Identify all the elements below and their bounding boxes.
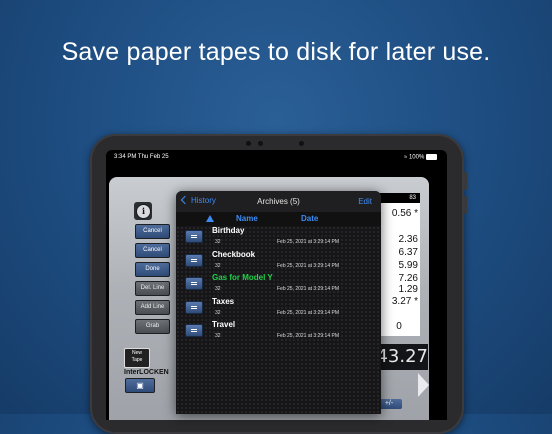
sort-ascending-icon[interactable] xyxy=(206,215,214,222)
popover-nav-bar: History Archives (5) Edit xyxy=(176,191,381,213)
archive-row[interactable]: Travel 32 Feb 25, 2021 at 3:29:14 PM xyxy=(176,320,381,343)
tape-line: 0 xyxy=(396,321,402,332)
archive-date: Feb 25, 2021 at 3:29:14 PM xyxy=(277,310,339,316)
archive-count: 32 xyxy=(215,239,221,245)
archives-popover: History Archives (5) Edit Name Date Birt… xyxy=(176,191,381,414)
archive-name: Birthday xyxy=(212,226,245,235)
tape-line: 2.36 xyxy=(398,234,418,245)
volume-up-button xyxy=(464,172,467,190)
lock-icon: ▣ xyxy=(136,381,144,390)
new-tape-label-2: Tape xyxy=(131,357,143,363)
column-header: Name Date xyxy=(176,212,381,226)
next-arrow-icon[interactable] xyxy=(418,373,429,397)
tape-line: 5.99 xyxy=(398,260,418,271)
archive-name: Travel xyxy=(212,320,236,329)
done-button[interactable]: Done xyxy=(135,262,170,277)
column-name-header[interactable]: Name xyxy=(236,214,258,223)
archive-count: 32 xyxy=(215,263,221,269)
edit-button[interactable]: Edit xyxy=(358,197,372,206)
interlock-button[interactable]: ▣ xyxy=(125,378,155,393)
tape-line: 3.27 * xyxy=(391,296,418,307)
tape-line: 1.29 xyxy=(398,284,418,295)
interlock-label: InterLOCKEN xyxy=(124,369,169,376)
cancel-button[interactable]: Cancel xyxy=(135,224,170,239)
status-time: 3:34 PM Thu Feb 25 xyxy=(114,154,169,160)
archive-count: 32 xyxy=(215,333,221,339)
archive-name: Checkbook xyxy=(212,250,256,259)
open-tape-icon[interactable] xyxy=(185,324,203,337)
archive-row[interactable]: Birthday 32 Feb 25, 2021 at 3:29:14 PM xyxy=(176,226,381,249)
tape-line: 6.37 xyxy=(398,247,418,258)
archive-name: Gas for Model Y xyxy=(212,273,273,282)
archive-date: Feb 25, 2021 at 3:29:14 PM xyxy=(277,286,339,292)
archive-name: Taxes xyxy=(212,297,235,306)
archive-date: Feb 25, 2021 at 3:29:14 PM xyxy=(277,333,339,339)
archive-count: 32 xyxy=(215,310,221,316)
tape-header: 83 xyxy=(380,193,420,203)
del-line-button[interactable]: Del. Line xyxy=(135,281,170,296)
battery-icon xyxy=(426,154,437,160)
archive-date: Feb 25, 2021 at 3:29:14 PM xyxy=(277,263,339,269)
battery-percent: 100% xyxy=(408,154,425,161)
open-tape-icon[interactable] xyxy=(185,277,203,290)
column-date-header[interactable]: Date xyxy=(301,214,318,223)
sensor-icon xyxy=(299,141,304,146)
archive-row[interactable]: Checkbook 32 Feb 25, 2021 at 3:29:14 PM xyxy=(176,250,381,273)
tape-line: 0.56 * xyxy=(391,208,418,219)
archive-row[interactable]: Taxes 32 Feb 25, 2021 at 3:29:14 PM xyxy=(176,297,381,320)
new-tape-button[interactable]: New Tape xyxy=(124,348,150,368)
open-tape-icon[interactable] xyxy=(185,254,203,267)
open-tape-icon[interactable] xyxy=(185,230,203,243)
status-bar: 3:34 PM Thu Feb 25 ≈ 100% xyxy=(114,154,437,164)
tape-header-count: 83 xyxy=(409,195,416,201)
archive-row[interactable]: Gas for Model Y 32 Feb 25, 2021 at 3:29:… xyxy=(176,273,381,296)
headline: Save paper tapes to disk for later use. xyxy=(61,38,491,66)
archive-date: Feb 25, 2021 at 3:29:14 PM xyxy=(277,239,339,245)
popover-title: Archives (5) xyxy=(257,197,300,206)
add-line-button[interactable]: Add Line xyxy=(135,300,170,315)
tape-line: 7.26 xyxy=(398,273,418,284)
volume-down-button xyxy=(464,196,467,214)
status-right: ≈ 100% xyxy=(404,154,437,161)
wifi-icon: ≈ xyxy=(404,154,408,161)
archives-list: Birthday 32 Feb 25, 2021 at 3:29:14 PM C… xyxy=(176,226,381,414)
open-tape-icon[interactable] xyxy=(185,301,203,314)
archive-count: 32 xyxy=(215,286,221,292)
sensor-icon xyxy=(258,141,263,146)
new-tape-label-1: New xyxy=(131,350,142,356)
grab-button[interactable]: Grab xyxy=(135,319,170,334)
cancel-button-2[interactable]: Cancel xyxy=(135,243,170,258)
info-icon[interactable]: i xyxy=(136,204,151,219)
camera-icon xyxy=(246,141,251,146)
